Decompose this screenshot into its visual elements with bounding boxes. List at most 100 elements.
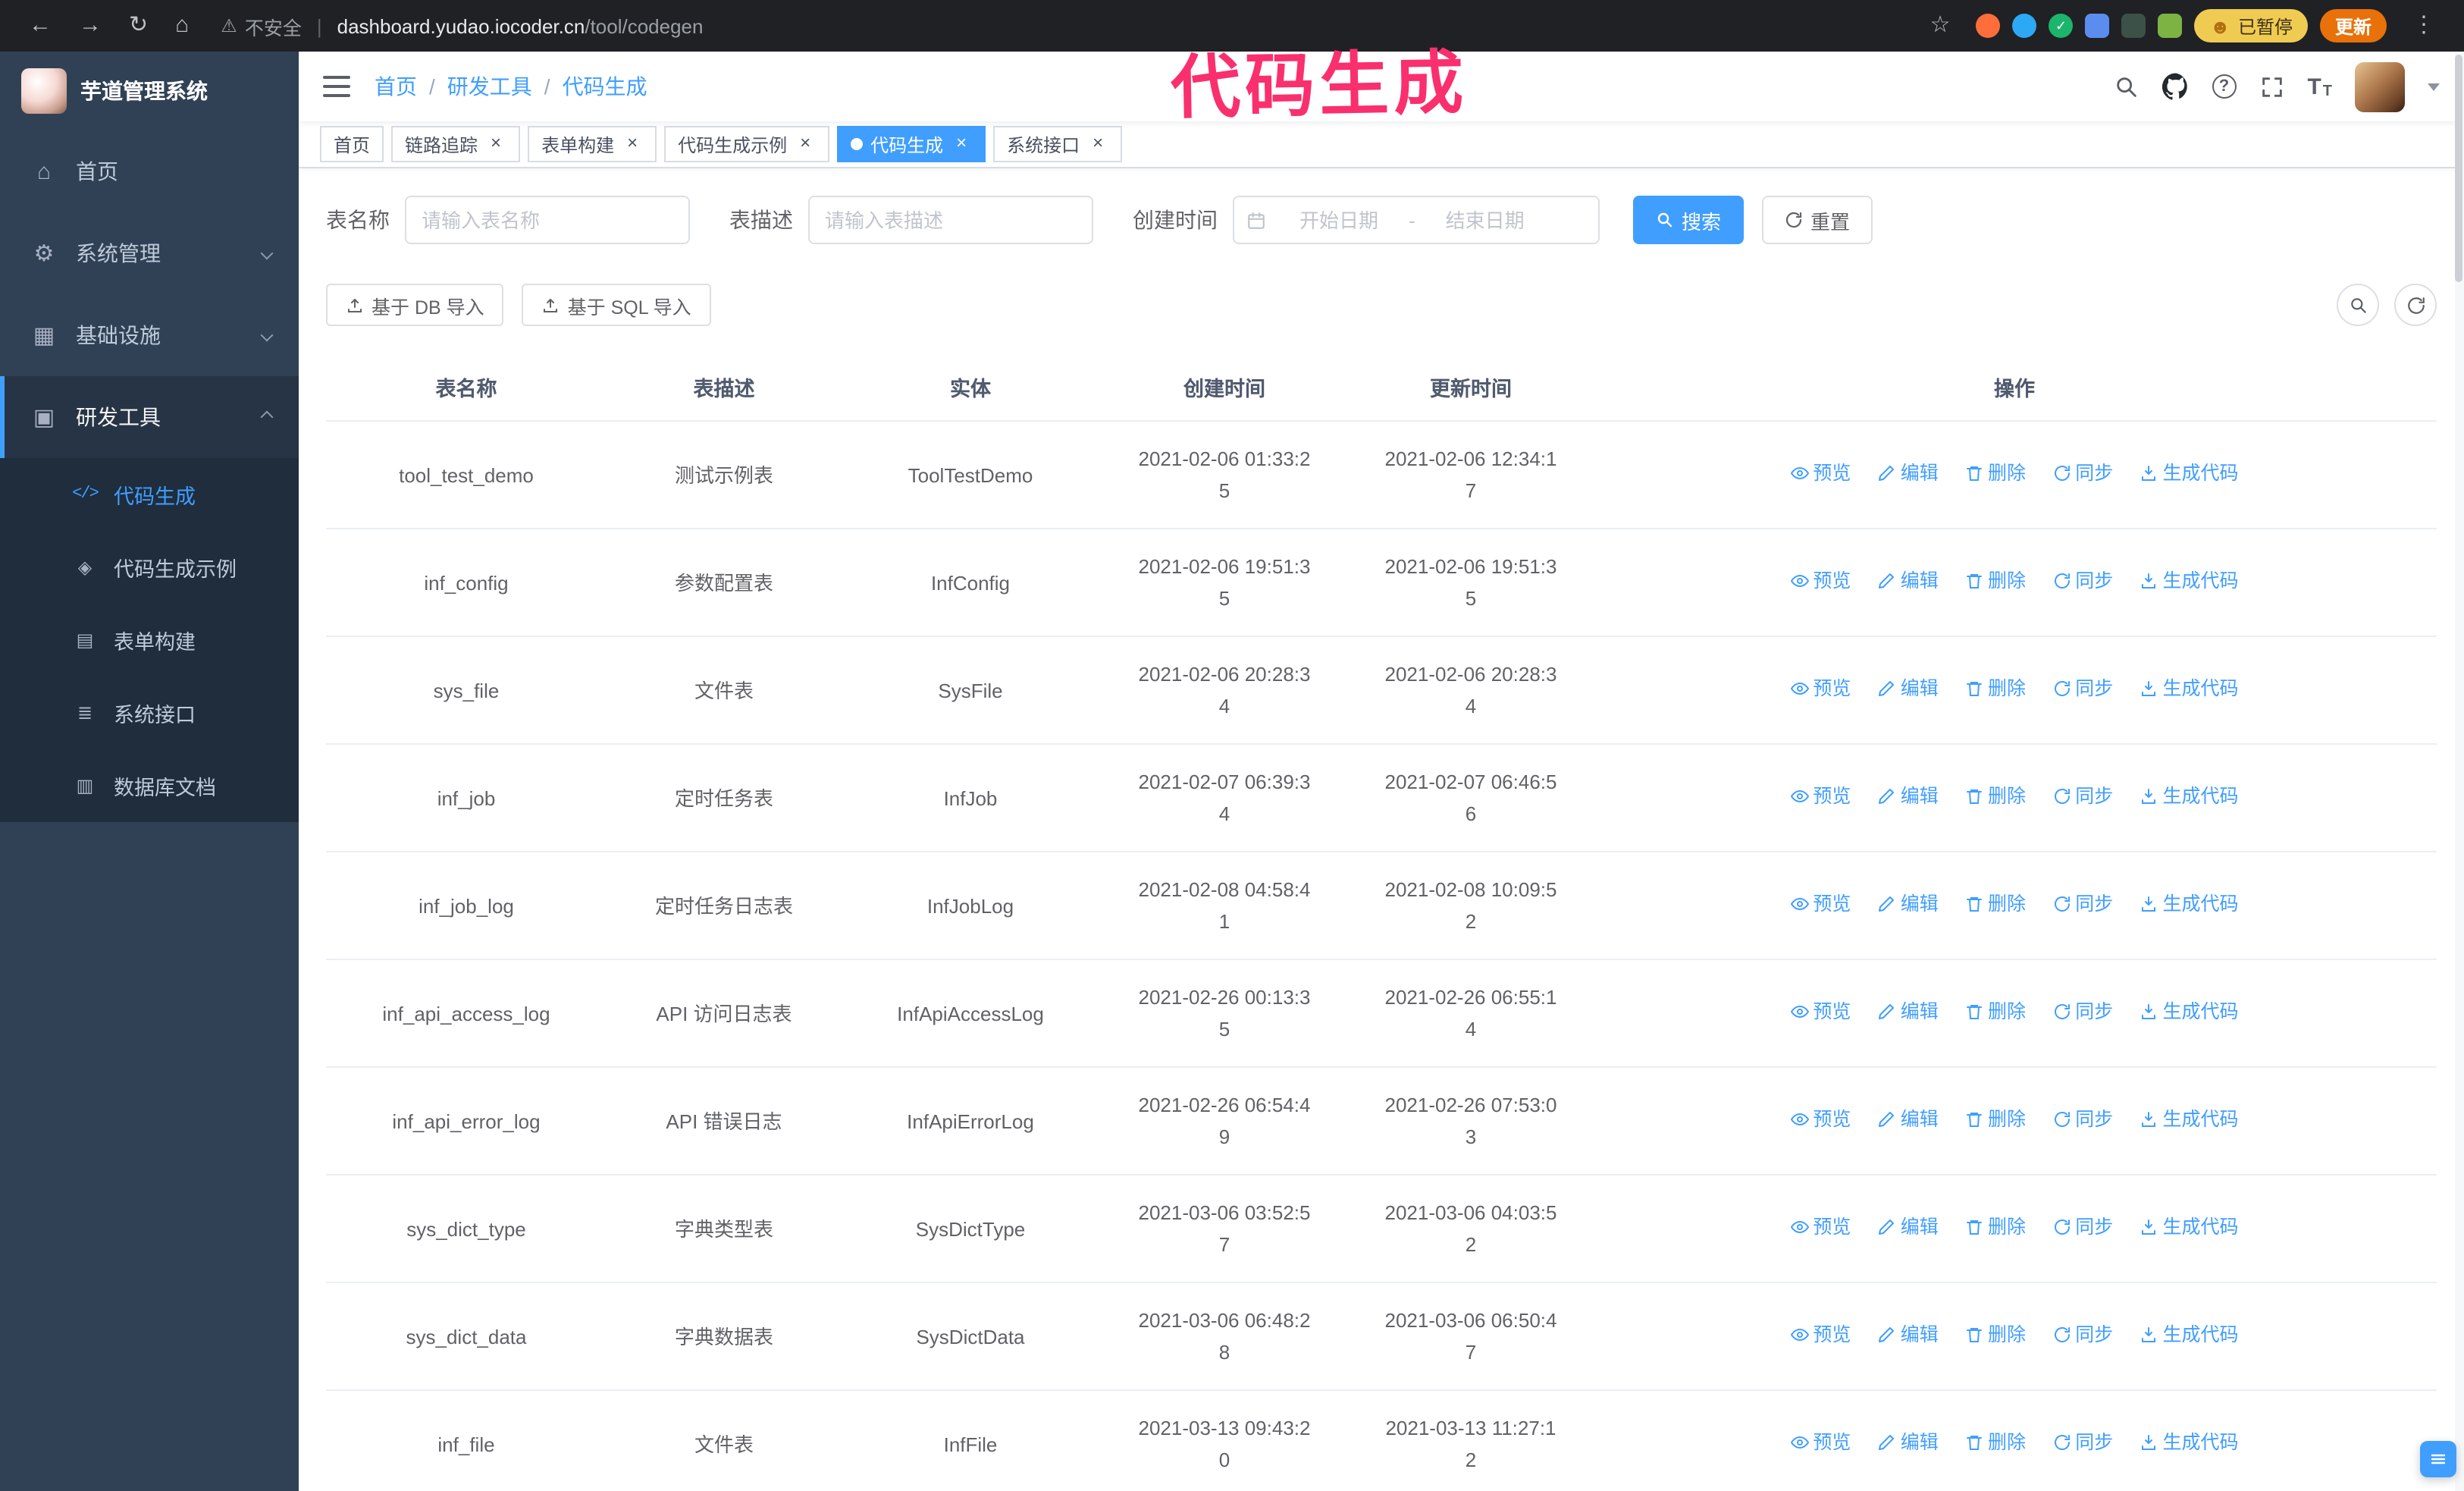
app-logo[interactable]: 芋道管理系统 (0, 52, 299, 130)
delete-link[interactable]: 删除 (1965, 1429, 2026, 1458)
search-button[interactable]: 搜索 (1633, 196, 1745, 244)
help-icon[interactable]: ? (2212, 74, 2237, 99)
extension-icon-4[interactable] (2085, 14, 2110, 38)
user-avatar[interactable] (2355, 61, 2405, 111)
browser-forward-icon[interactable]: → (79, 0, 102, 52)
extension-icon-6[interactable] (2158, 14, 2183, 38)
profile-paused-badge[interactable]: ☻ 已暂停 (2194, 9, 2308, 42)
delete-link[interactable]: 删除 (1965, 460, 2026, 488)
sync-link[interactable]: 同步 (2052, 675, 2113, 704)
delete-link[interactable]: 删除 (1965, 783, 2026, 811)
generate-code-link[interactable]: 生成代码 (2140, 567, 2239, 596)
end-date-input[interactable] (1418, 209, 1552, 231)
sync-link[interactable]: 同步 (2052, 890, 2113, 919)
table-desc-input[interactable] (808, 196, 1093, 244)
delete-link[interactable]: 删除 (1965, 998, 2026, 1027)
sidebar-item-form-builder[interactable]: ▤ 表单构建 (0, 604, 299, 676)
sync-link[interactable]: 同步 (2052, 998, 2113, 1027)
tab-5[interactable]: 系统接口 × (993, 126, 1123, 162)
sidebar-item-codegen-example[interactable]: ◈ 代码生成示例 (0, 531, 299, 604)
sidebar-item-db-doc[interactable]: ▥ 数据库文档 (0, 749, 299, 822)
chevron-down-icon[interactable] (2428, 83, 2440, 90)
edit-link[interactable]: 编辑 (1878, 1213, 1939, 1242)
start-date-input[interactable] (1272, 209, 1406, 231)
preview-link[interactable]: 预览 (1790, 1321, 1851, 1350)
tab-4[interactable]: 代码生成 × (837, 126, 986, 162)
generate-code-link[interactable]: 生成代码 (2140, 675, 2239, 704)
floating-widget-button[interactable] (2420, 1441, 2456, 1477)
edit-link[interactable]: 编辑 (1878, 460, 1939, 488)
browser-home-icon[interactable]: ⌂ (175, 0, 189, 52)
edit-link[interactable]: 编辑 (1878, 890, 1939, 919)
font-size-icon[interactable]: TT (2307, 74, 2332, 99)
refresh-table-button[interactable] (2394, 284, 2437, 326)
extension-icon-1[interactable] (1976, 14, 2001, 38)
header-search-icon[interactable] (2113, 74, 2139, 99)
generate-code-link[interactable]: 生成代码 (2140, 890, 2239, 919)
extension-icon-3[interactable]: ✓ (2049, 14, 2074, 38)
security-indicator[interactable]: ⚠ 不安全 (221, 11, 302, 40)
preview-link[interactable]: 预览 (1790, 567, 1851, 596)
sidebar-item-infrastructure[interactable]: ▦ 基础设施 (0, 294, 299, 376)
browser-update-button[interactable]: 更新 (2319, 9, 2387, 42)
fullscreen-icon[interactable] (2259, 74, 2284, 99)
generate-code-link[interactable]: 生成代码 (2140, 1429, 2239, 1458)
generate-code-link[interactable]: 生成代码 (2140, 783, 2239, 811)
sidebar-item-dev-tools[interactable]: ▣ 研发工具 (0, 376, 299, 458)
breadcrumb-item-dev-tools[interactable]: 研发工具 (447, 71, 532, 102)
toggle-search-button[interactable] (2337, 284, 2379, 326)
sync-link[interactable]: 同步 (2052, 567, 2113, 596)
tab-2[interactable]: 表单构建 × (528, 126, 657, 162)
delete-link[interactable]: 删除 (1965, 675, 2026, 704)
delete-link[interactable]: 删除 (1965, 890, 2026, 919)
preview-link[interactable]: 预览 (1790, 1429, 1851, 1458)
browser-back-icon[interactable]: ← (29, 0, 52, 52)
bookmark-star-icon[interactable]: ☆ (1930, 0, 1951, 52)
tab-close-icon[interactable]: × (951, 133, 972, 155)
browser-menu-icon[interactable]: ⋮ (2412, 0, 2435, 52)
tab-close-icon[interactable]: × (485, 133, 506, 155)
tab-3[interactable]: 代码生成示例 × (664, 126, 830, 162)
edit-link[interactable]: 编辑 (1878, 1321, 1939, 1350)
preview-link[interactable]: 预览 (1790, 998, 1851, 1027)
sidebar-item-system-management[interactable]: ⚙ 系统管理 (0, 212, 299, 294)
generate-code-link[interactable]: 生成代码 (2140, 998, 2239, 1027)
generate-code-link[interactable]: 生成代码 (2140, 1213, 2239, 1242)
extension-icon-5[interactable] (2121, 14, 2146, 38)
address-bar[interactable]: dashboard.yudao.iocoder.cn/tool/codegen (337, 14, 704, 37)
sync-link[interactable]: 同步 (2052, 1321, 2113, 1350)
import-db-button[interactable]: 基于 DB 导入 (326, 284, 504, 326)
edit-link[interactable]: 编辑 (1878, 567, 1939, 596)
tab-1[interactable]: 链路追踪 × (391, 126, 521, 162)
reset-button[interactable]: 重置 (1762, 196, 1873, 244)
extension-icon-2[interactable] (2012, 14, 2037, 38)
tab-close-icon[interactable]: × (622, 133, 643, 155)
scrollbar-thumb[interactable] (2455, 55, 2462, 282)
edit-link[interactable]: 编辑 (1878, 1106, 1939, 1135)
sync-link[interactable]: 同步 (2052, 783, 2113, 811)
table-name-input[interactable] (405, 196, 690, 244)
preview-link[interactable]: 预览 (1790, 675, 1851, 704)
delete-link[interactable]: 删除 (1965, 1106, 2026, 1135)
sidebar-item-system-api[interactable]: ≣ 系统接口 (0, 676, 299, 749)
github-icon[interactable] (2161, 73, 2189, 100)
generate-code-link[interactable]: 生成代码 (2140, 1321, 2239, 1350)
tab-close-icon[interactable]: × (1087, 133, 1108, 155)
create-time-range-picker[interactable]: - (1233, 196, 1600, 244)
preview-link[interactable]: 预览 (1790, 460, 1851, 488)
sync-link[interactable]: 同步 (2052, 1213, 2113, 1242)
delete-link[interactable]: 删除 (1965, 567, 2026, 596)
edit-link[interactable]: 编辑 (1878, 998, 1939, 1027)
scrollbar[interactable] (2455, 52, 2464, 1491)
tab-close-icon[interactable]: × (795, 133, 816, 155)
sync-link[interactable]: 同步 (2052, 1106, 2113, 1135)
sync-link[interactable]: 同步 (2052, 1429, 2113, 1458)
breadcrumb-item-home[interactable]: 首页 (375, 71, 417, 102)
sidebar-item-codegen[interactable]: </> 代码生成 (0, 458, 299, 531)
preview-link[interactable]: 预览 (1790, 890, 1851, 919)
hamburger-icon[interactable] (323, 76, 350, 97)
preview-link[interactable]: 预览 (1790, 1213, 1851, 1242)
generate-code-link[interactable]: 生成代码 (2140, 460, 2239, 488)
sync-link[interactable]: 同步 (2052, 460, 2113, 488)
edit-link[interactable]: 编辑 (1878, 1429, 1939, 1458)
